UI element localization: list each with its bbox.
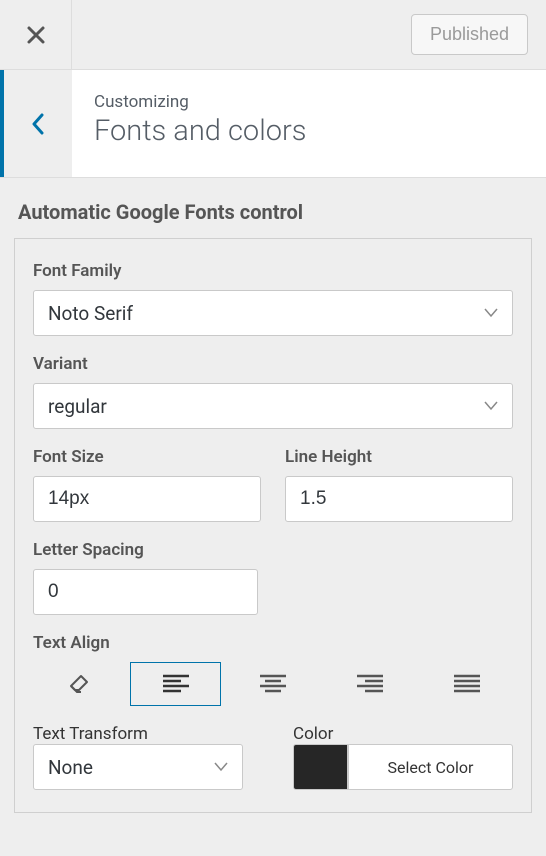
text-transform-label: Text Transform bbox=[33, 724, 148, 744]
variant-select[interactable]: regular bbox=[33, 383, 513, 429]
font-size-value[interactable] bbox=[48, 488, 246, 510]
text-align-label: Text Align bbox=[33, 633, 513, 653]
line-height-label: Line Height bbox=[285, 447, 513, 467]
typography-panel: Font Family Noto Serif Variant regular F… bbox=[14, 238, 532, 813]
select-color-button[interactable]: Select Color bbox=[348, 745, 512, 789]
text-align-center-button[interactable] bbox=[227, 662, 318, 706]
variant-value: regular bbox=[48, 395, 107, 418]
text-align-right-button[interactable] bbox=[325, 662, 416, 706]
align-right-icon bbox=[357, 674, 383, 694]
text-transform-select[interactable]: None bbox=[33, 744, 243, 790]
align-justify-icon bbox=[454, 674, 480, 694]
variant-label: Variant bbox=[33, 354, 513, 374]
color-field: Color Select Color bbox=[293, 724, 513, 790]
size-height-row: Font Size Line Height bbox=[33, 447, 513, 522]
section-title: Automatic Google Fonts control bbox=[18, 200, 532, 224]
text-align-field: Text Align bbox=[33, 633, 513, 706]
line-height-field: Line Height bbox=[285, 447, 513, 522]
text-align-inherit-button[interactable] bbox=[33, 662, 124, 706]
letter-spacing-field: Letter Spacing bbox=[33, 540, 513, 615]
font-family-select[interactable]: Noto Serif bbox=[33, 290, 513, 336]
color-swatch bbox=[294, 745, 348, 789]
top-bar: Published bbox=[0, 0, 546, 70]
caret-down-icon bbox=[214, 762, 228, 772]
close-icon bbox=[26, 25, 46, 45]
font-family-field: Font Family Noto Serif bbox=[33, 261, 513, 336]
letter-spacing-input[interactable] bbox=[33, 569, 258, 615]
caret-down-icon bbox=[484, 308, 498, 318]
close-button[interactable] bbox=[0, 0, 72, 70]
eraser-icon bbox=[67, 674, 91, 694]
color-picker[interactable]: Select Color bbox=[293, 744, 513, 790]
published-button[interactable]: Published bbox=[411, 14, 528, 55]
line-height-value[interactable] bbox=[300, 488, 498, 510]
variant-field: Variant regular bbox=[33, 354, 513, 429]
align-left-icon bbox=[163, 674, 189, 694]
caret-down-icon bbox=[484, 401, 498, 411]
color-label: Color bbox=[293, 724, 333, 744]
chevron-left-icon bbox=[31, 113, 45, 135]
transform-color-row: Text Transform None Color Select Color bbox=[33, 724, 513, 790]
header-eyebrow: Customizing bbox=[94, 92, 306, 112]
page-title: Fonts and colors bbox=[94, 114, 306, 148]
align-center-icon bbox=[260, 674, 286, 694]
font-family-label: Font Family bbox=[33, 261, 513, 281]
font-size-label: Font Size bbox=[33, 447, 261, 467]
font-size-field: Font Size bbox=[33, 447, 261, 522]
text-align-left-button[interactable] bbox=[130, 662, 221, 706]
text-transform-value: None bbox=[48, 756, 93, 779]
text-align-buttons bbox=[33, 662, 513, 706]
header-titles: Customizing Fonts and colors bbox=[72, 70, 328, 177]
font-size-input[interactable] bbox=[33, 476, 261, 522]
back-button[interactable] bbox=[0, 70, 72, 177]
section-header: Customizing Fonts and colors bbox=[0, 70, 546, 178]
text-align-justify-button[interactable] bbox=[422, 662, 513, 706]
letter-spacing-value[interactable] bbox=[48, 581, 243, 603]
content: Automatic Google Fonts control Font Fami… bbox=[0, 178, 546, 835]
letter-spacing-label: Letter Spacing bbox=[33, 540, 513, 560]
line-height-input[interactable] bbox=[285, 476, 513, 522]
font-family-value: Noto Serif bbox=[48, 302, 133, 325]
text-transform-field: Text Transform None bbox=[33, 724, 269, 790]
